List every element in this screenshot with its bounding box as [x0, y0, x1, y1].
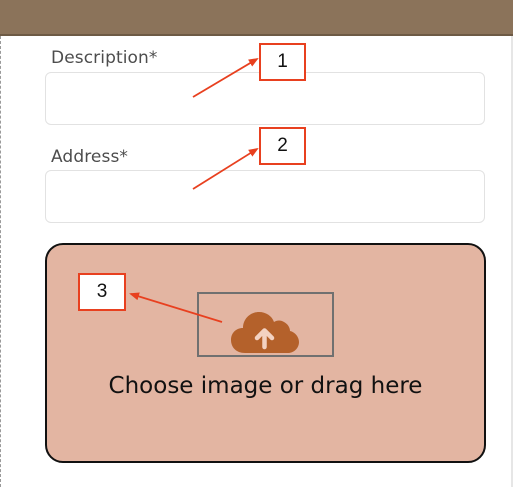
address-input[interactable]	[45, 170, 485, 223]
left-border	[0, 36, 1, 487]
dropzone-text: Choose image or drag here	[108, 373, 423, 399]
annotation-label-2: 2	[259, 127, 306, 165]
annotation-label-3: 3	[78, 273, 126, 311]
top-bar	[0, 0, 513, 36]
cloud-upload-icon[interactable]	[231, 307, 299, 353]
description-label: Description*	[51, 48, 158, 68]
annotation-label-1: 1	[259, 43, 306, 81]
address-label: Address*	[51, 147, 129, 167]
